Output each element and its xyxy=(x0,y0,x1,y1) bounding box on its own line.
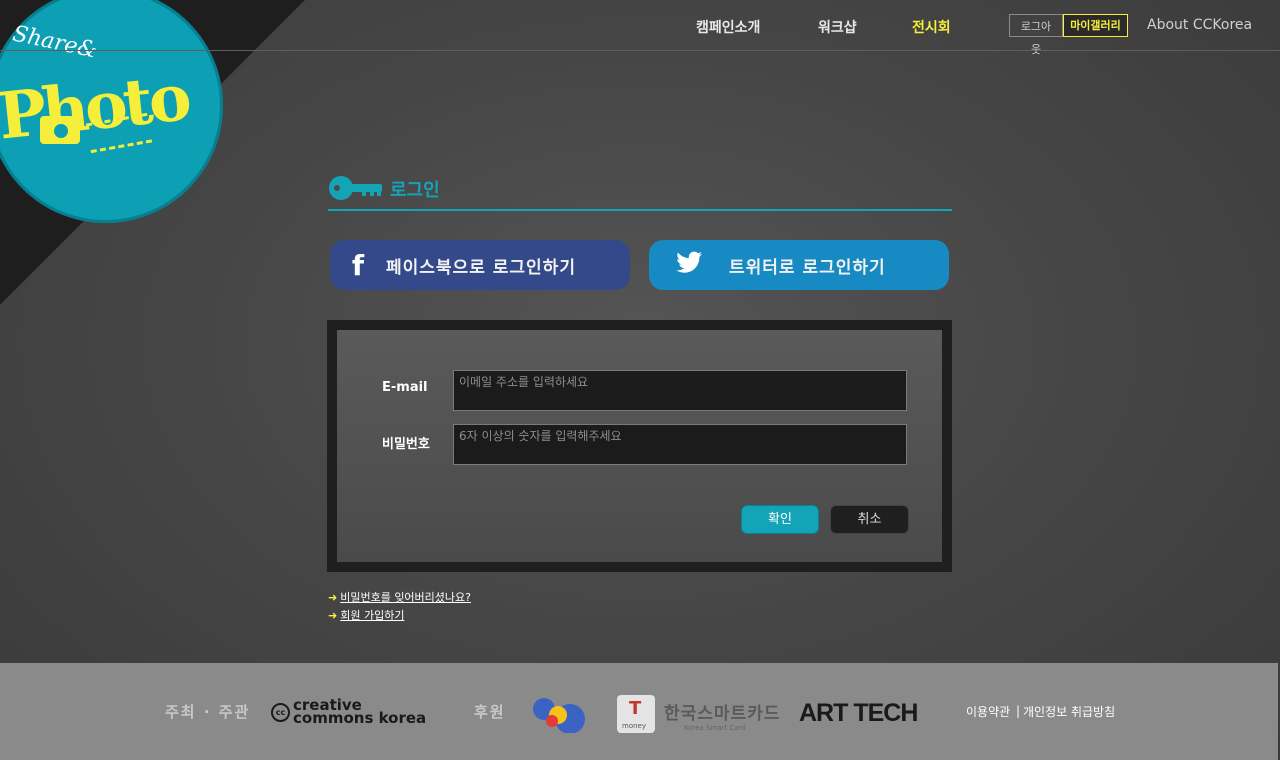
nav-about[interactable]: About CCKorea xyxy=(1147,17,1252,33)
arrow-right-icon: ➜ xyxy=(328,609,338,622)
login-form: E-mail 비밀번호 확인 취소 xyxy=(327,320,952,572)
login-header: 로그인 xyxy=(328,172,952,211)
arrow-right-icon: ➜ xyxy=(328,591,338,604)
facebook-login-label: 페이스북으로 로그인하기 xyxy=(386,257,576,278)
nav-campaign[interactable]: 캠페인소개 xyxy=(696,17,760,37)
logout-button[interactable]: 로그아웃 xyxy=(1009,14,1063,56)
camera-icon xyxy=(40,116,80,144)
seoul-logo xyxy=(533,698,585,733)
tmoney-text: money xyxy=(622,722,646,730)
footer: 주최 · 주관 cc creative commons korea 후원 mon… xyxy=(0,663,1278,760)
cc-icon: cc xyxy=(271,702,290,722)
my-gallery-button[interactable]: 마이갤러리 xyxy=(1063,14,1128,37)
twitter-icon xyxy=(649,249,717,282)
signup-link[interactable]: ➜ 회원 가입하기 xyxy=(328,607,404,623)
cancel-button[interactable]: 취소 xyxy=(830,505,909,534)
nav-workshop[interactable]: 워크샵 xyxy=(818,17,857,37)
cc-logo-line2: commons korea xyxy=(293,709,427,727)
key-icon xyxy=(329,176,382,200)
password-field[interactable] xyxy=(453,424,907,465)
top-navigation: 캠페인소개 워크샵 전시회 로그아웃 마이갤러리 About CCKorea xyxy=(0,0,1280,56)
privacy-link[interactable]: 개인정보 취급방침 xyxy=(1023,703,1115,720)
smartcard-en-text: Korea Smart Card xyxy=(684,724,746,732)
twitter-login-label: 트위터로 로그인하기 xyxy=(729,257,886,278)
email-label: E-mail xyxy=(382,380,428,395)
creative-commons-korea-logo: cc creative commons korea xyxy=(271,698,427,727)
facebook-login-button[interactable]: f 페이스북으로 로그인하기 xyxy=(330,240,630,290)
password-label: 비밀번호 xyxy=(382,437,430,452)
tmoney-logo: money xyxy=(617,695,655,733)
signup-text: 회원 가입하기 xyxy=(340,609,405,622)
nav-exhibition[interactable]: 전시회 xyxy=(912,17,951,37)
footer-separator: | xyxy=(1016,704,1021,718)
twitter-login-button[interactable]: 트위터로 로그인하기 xyxy=(649,240,949,290)
forgot-password-link[interactable]: ➜ 비밀번호를 잊어버리셨나요? xyxy=(328,589,471,605)
email-field[interactable] xyxy=(453,370,907,411)
page-title: 로그인 xyxy=(390,180,440,201)
korea-smart-card-logo: 한국스마트카드 Korea Smart Card xyxy=(664,699,780,732)
smartcard-text: 한국스마트카드 xyxy=(664,704,781,724)
facebook-icon: f xyxy=(351,248,365,282)
sponsor-label: 후원 xyxy=(474,703,506,721)
host-label: 주최 · 주관 xyxy=(165,703,251,721)
confirm-button[interactable]: 확인 xyxy=(741,505,819,534)
forgot-password-text: 비밀번호를 잊어버리셨나요? xyxy=(340,591,471,604)
terms-link[interactable]: 이용약관 xyxy=(966,703,1010,720)
cc-logo-text: creative commons korea xyxy=(293,698,427,727)
arttech-logo: ART TECH xyxy=(799,699,918,727)
